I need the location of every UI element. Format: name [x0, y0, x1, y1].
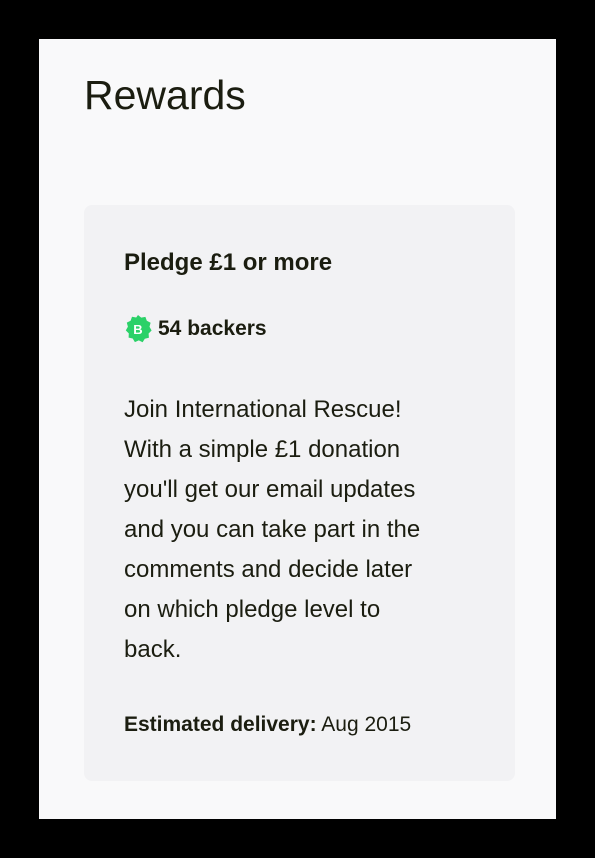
description-line: and you can take part in the — [124, 516, 421, 543]
pledge-title: Pledge £1 or more — [124, 249, 333, 276]
rewards-title: Rewards — [84, 72, 246, 118]
backers-number: 54 — [158, 317, 182, 340]
description-line: With a simple £1 donation — [124, 436, 401, 463]
reward-card[interactable]: Pledge £1 or more B 54 backers Join Inte… — [84, 205, 515, 781]
description-line: on which pledge level to — [124, 596, 381, 623]
delivery-value: Aug 2015 — [321, 713, 412, 736]
page: Rewards Pledge £1 or more B 54 backers J… — [39, 39, 556, 819]
reward-description: Join International Rescue! With a simple… — [124, 390, 494, 670]
backers-label: backers — [187, 317, 267, 340]
description-line: Join International Rescue! — [124, 396, 402, 423]
description-line: back. — [124, 636, 182, 663]
badge-letter: B — [133, 322, 142, 337]
delivery-label: Estimated delivery: — [124, 713, 317, 736]
estimated-delivery: Estimated delivery: Aug 2015 — [124, 712, 411, 738]
description-line: comments and decide later — [124, 556, 413, 583]
backer-badge-icon: B — [125, 315, 152, 343]
description-line: you'll get our email updates — [124, 476, 416, 503]
backers-count: B 54 backers — [122, 313, 267, 345]
backers-text: 54 backers — [158, 317, 267, 341]
